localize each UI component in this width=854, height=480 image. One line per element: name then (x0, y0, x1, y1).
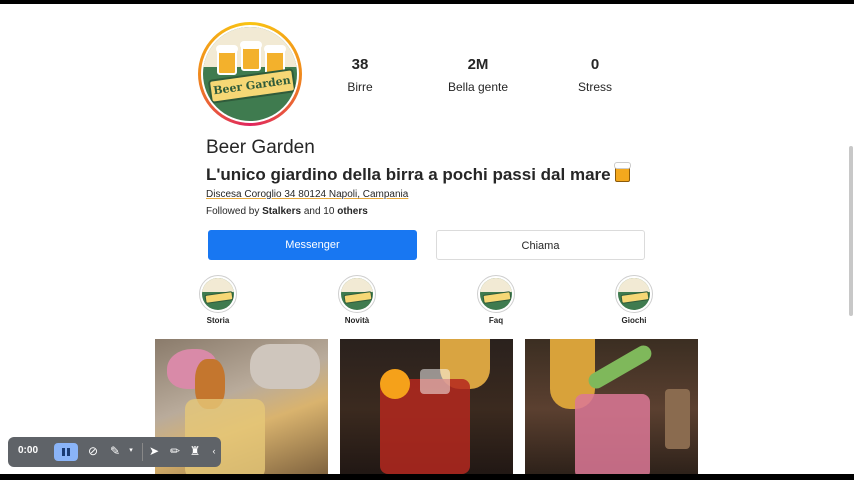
eraser-icon[interactable]: ♜ (188, 444, 202, 458)
mic-off-icon[interactable]: ✎ (108, 444, 122, 458)
highlight-label: Giochi (621, 316, 647, 325)
highlight-label: Novità (344, 316, 370, 325)
chiama-button[interactable]: Chiama (436, 230, 645, 260)
highlight-label: Faq (488, 316, 504, 325)
stat-label: Stress (577, 80, 612, 94)
profile-name: Beer Garden (206, 137, 315, 158)
highlight-faq[interactable]: Faq (466, 275, 526, 325)
beer-emoji-icon (613, 162, 631, 182)
followed-name: Stalkers (262, 206, 302, 217)
chevron-down-icon[interactable]: ▾ (124, 444, 138, 458)
stat-label: Bella gente (447, 80, 509, 94)
recorder-toolbar: 0:00 ⊘ ✎ ▾ ➤ ✏ ♜ ‹ (8, 437, 221, 467)
post-photo-cocktail-orange[interactable] (340, 339, 513, 474)
profile-avatar[interactable]: Beer Garden (198, 22, 302, 126)
camera-off-icon[interactable]: ⊘ (86, 444, 100, 458)
followed-prefix: Followed by (206, 206, 260, 217)
stat-value: 2M (467, 56, 489, 73)
highlight-avatar (477, 275, 515, 313)
beer-mug-icon (240, 41, 262, 71)
highlight-label: Storia (206, 316, 230, 325)
post-photo-cocktail-cucumber[interactable] (525, 339, 698, 474)
stat-stress[interactable]: 0 Stress (535, 56, 655, 94)
profile-tagline: L'unico giardino della birra a pochi pas… (206, 162, 631, 185)
stat-value: 0 (590, 56, 600, 73)
highlight-storia[interactable]: Storia (188, 275, 248, 325)
messenger-button[interactable]: Messenger (208, 230, 417, 260)
followed-others: others (337, 206, 368, 217)
recording-time: 0:00 (18, 445, 39, 456)
cursor-icon[interactable]: ➤ (147, 444, 161, 458)
stat-value: 38 (351, 56, 369, 73)
highlight-avatar (338, 275, 376, 313)
highlight-novita[interactable]: Novità (327, 275, 387, 325)
highlight-avatar (615, 275, 653, 313)
address-link[interactable]: Discesa Coroglio 34 80124 Napoli, Campan… (206, 189, 408, 200)
profile-page: Beer Garden 38 Birre 2M Bella gente 0 St… (0, 4, 854, 474)
chevron-left-icon[interactable]: ‹ (207, 444, 221, 458)
pen-icon[interactable]: ✏ (168, 444, 182, 458)
stat-label: Birre (347, 80, 373, 94)
toolbar-divider (142, 443, 143, 461)
beer-mug-icon (216, 45, 238, 75)
highlight-giochi[interactable]: Giochi (604, 275, 664, 325)
pause-button[interactable] (54, 443, 78, 461)
scrollbar-thumb[interactable] (849, 146, 853, 316)
beer-garden-logo: Beer Garden (203, 27, 297, 121)
followed-by[interactable]: Followed by Stalkers and 10 others (206, 206, 368, 217)
stat-birre[interactable]: 38 Birre (300, 56, 420, 94)
tagline-text: L'unico giardino della birra a pochi pas… (206, 165, 611, 184)
stat-bella-gente[interactable]: 2M Bella gente (418, 56, 538, 94)
scrollbar[interactable] (846, 4, 854, 474)
highlight-avatar (199, 275, 237, 313)
followed-and: and 10 (303, 206, 335, 217)
